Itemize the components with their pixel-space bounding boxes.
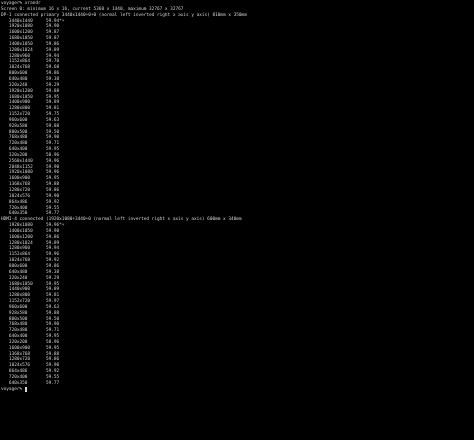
terminal-window[interactable]: voyager% xrandr Screen 0: minimum 16 x 16…	[0, 0, 474, 440]
shell-prompt-line: voyager%	[1, 386, 474, 393]
text-cursor	[24, 386, 28, 392]
